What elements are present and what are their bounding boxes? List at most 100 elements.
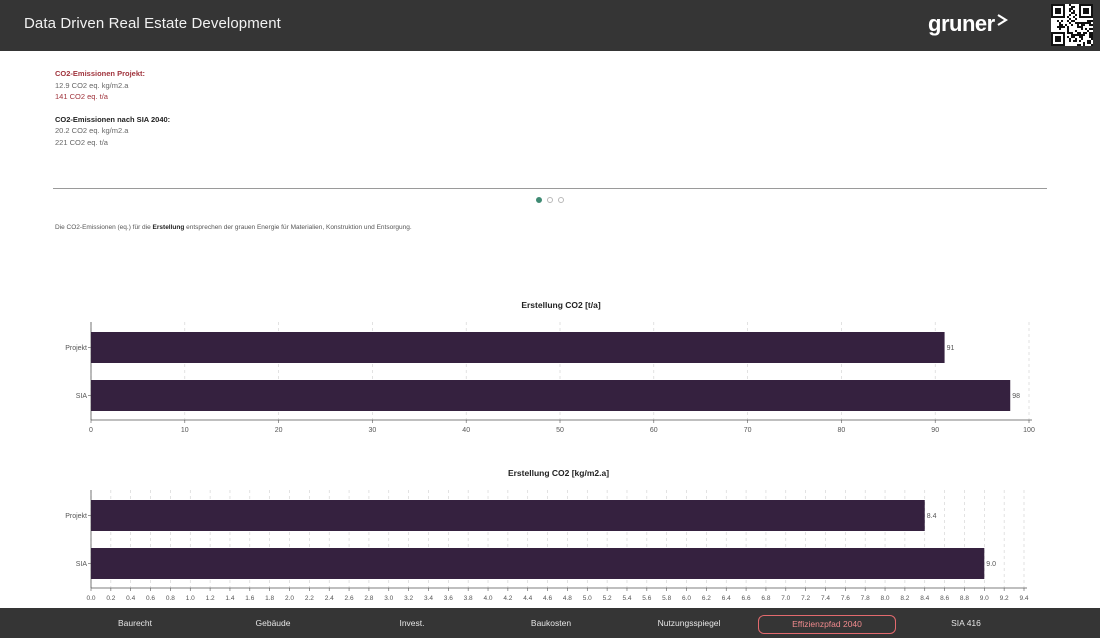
x-tick-label: 70	[744, 427, 752, 434]
chart-title: Erstellung CO2 [t/a]	[521, 300, 601, 310]
bottom-navigation: Baurecht Gebäude Invest. Baukosten Nutzungss…	[0, 608, 1100, 638]
x-tick-label: 8.8	[960, 595, 969, 602]
x-tick-label: 40	[462, 427, 470, 434]
top-bar: Data Driven Real Estate Development grun…	[0, 0, 1100, 51]
x-tick-label: 5.2	[603, 595, 612, 602]
x-tick-label: 9.2	[1000, 595, 1009, 602]
x-tick-label: 4.6	[543, 595, 552, 602]
x-tick-label: 5.0	[583, 595, 592, 602]
x-tick-label: 1.2	[206, 595, 215, 602]
x-tick-label: 6.4	[722, 595, 731, 602]
sia-emissions-per-year: 221 CO2 eq. t/a	[55, 137, 108, 147]
x-tick-label: 6.8	[761, 595, 770, 602]
app-title: Data Driven Real Estate Development	[24, 15, 281, 32]
carousel-dot[interactable]	[536, 197, 542, 203]
carousel-dot[interactable]	[547, 197, 553, 203]
x-tick-label: 6.0	[682, 595, 691, 602]
note-suffix: entsprechen der grauen Energie für Mater…	[184, 224, 412, 231]
x-tick-label: 3.2	[404, 595, 413, 602]
x-tick-label: 1.4	[225, 595, 234, 602]
x-tick-label: 3.8	[464, 595, 473, 602]
x-tick-label: 50	[556, 427, 564, 434]
x-tick-label: 9.0	[980, 595, 989, 602]
x-tick-label: 2.0	[285, 595, 294, 602]
chevron-right-icon	[997, 14, 1008, 26]
x-tick-label: 7.6	[841, 595, 850, 602]
x-tick-label: 30	[369, 427, 377, 434]
x-tick-label: 1.0	[186, 595, 195, 602]
x-tick-label: 0	[89, 427, 93, 434]
x-tick-label: 7.4	[821, 595, 830, 602]
x-tick-label: 3.6	[444, 595, 453, 602]
x-tick-label: 5.4	[622, 595, 631, 602]
y-tick-label: Projekt	[65, 345, 87, 352]
data-label: 9.0	[986, 561, 996, 568]
nav-item-invest[interactable]: Invest.	[377, 615, 447, 634]
data-label: 98	[1012, 393, 1020, 400]
emissions-summary: CO2-Emissionen Projekt: 12.9 CO2 eq. kg/…	[55, 68, 170, 148]
x-tick-label: 4.0	[483, 595, 492, 602]
bar-sia[interactable]	[91, 380, 1011, 411]
section-divider	[53, 188, 1047, 189]
x-tick-label: 8.2	[900, 595, 909, 602]
x-tick-label: 1.6	[245, 595, 254, 602]
brand-logo[interactable]: gruner	[928, 11, 995, 37]
nav-item-sia-416[interactable]: SIA 416	[931, 615, 1001, 634]
project-emissions-heading: CO2-Emissionen Projekt:	[55, 69, 146, 78]
erstellung-note: Die CO2-Emissionen (eq.) für die Erstell…	[55, 224, 412, 231]
x-tick-label: 2.4	[325, 595, 334, 602]
data-label: 8.4	[927, 513, 937, 520]
x-tick-label: 4.8	[563, 595, 572, 602]
nav-item-gebäude[interactable]: Gebäude	[238, 615, 308, 634]
bar-projekt[interactable]	[91, 332, 945, 363]
x-tick-label: 2.6	[345, 595, 354, 602]
x-tick-label: 90	[931, 427, 939, 434]
x-tick-label: 20	[275, 427, 283, 434]
project-emissions-per-area: 12.9 CO2 eq. kg/m2.a	[55, 80, 129, 90]
x-tick-label: 6.2	[702, 595, 711, 602]
nav-item-effizienzpfad-2040[interactable]: Effizienzpfad 2040	[758, 615, 896, 634]
y-tick-label: SIA	[76, 393, 88, 400]
x-tick-label: 10	[181, 427, 189, 434]
chart-erstellung-co2-tons: Erstellung CO2 [t/a] 0 10 20 30 40 50 60 70 80 90 1…	[65, 300, 1035, 434]
bar-sia[interactable]	[91, 548, 985, 579]
data-label: 91	[947, 345, 955, 352]
x-tick-label: 0.4	[126, 595, 135, 602]
sia-emissions-heading: CO2-Emissionen nach SIA 2040:	[55, 114, 171, 124]
project-emissions-per-year: 141 CO2 eq. t/a	[55, 92, 108, 101]
x-tick-label: 80	[838, 427, 846, 434]
y-tick-label: SIA	[76, 561, 88, 568]
x-tick-label: 7.0	[781, 595, 790, 602]
x-tick-label: 9.4	[1019, 595, 1028, 602]
x-tick-label: 4.4	[523, 595, 532, 602]
x-tick-label: 0.2	[106, 595, 115, 602]
y-tick-label: Projekt	[65, 513, 87, 520]
nav-item-nutzungsspiegel[interactable]: Nutzungsspiegel	[634, 615, 744, 634]
x-tick-label: 5.6	[642, 595, 651, 602]
bar-projekt[interactable]	[91, 500, 925, 531]
x-tick-label: 4.2	[503, 595, 512, 602]
carousel-dot[interactable]	[558, 197, 564, 203]
qr-code-icon[interactable]	[1051, 4, 1093, 46]
x-tick-label: 6.6	[742, 595, 751, 602]
x-tick-label: 2.2	[305, 595, 314, 602]
sia-emissions-per-area: 20.2 CO2 eq. kg/m2.a	[55, 126, 129, 135]
note-bold: Erstellung	[152, 224, 185, 231]
x-tick-label: 0.6	[146, 595, 155, 602]
x-tick-label: 100	[1023, 427, 1035, 434]
x-tick-label: 0.8	[166, 595, 175, 602]
x-tick-label: 5.8	[662, 595, 671, 602]
x-tick-label: 8.4	[920, 595, 929, 602]
nav-item-baurecht[interactable]: Baurecht	[100, 615, 170, 634]
x-tick-label: 8.6	[940, 595, 949, 602]
x-tick-label: 60	[650, 427, 658, 434]
x-tick-label: 3.0	[384, 595, 393, 602]
x-tick-label: 0.0	[86, 595, 95, 602]
chart-title: Erstellung CO2 [kg/m2.a]	[508, 468, 609, 478]
chart-erstellung-co2-per-area: Erstellung CO2 [kg/m2.a] 0.0 0.2 0.4 0.6 0.8 1…	[65, 468, 1029, 602]
x-tick-label: 7.2	[801, 595, 810, 602]
x-tick-label: 7.8	[861, 595, 870, 602]
x-tick-label: 3.4	[424, 595, 433, 602]
x-tick-label: 1.8	[265, 595, 274, 602]
nav-item-baukosten[interactable]: Baukosten	[516, 615, 586, 634]
